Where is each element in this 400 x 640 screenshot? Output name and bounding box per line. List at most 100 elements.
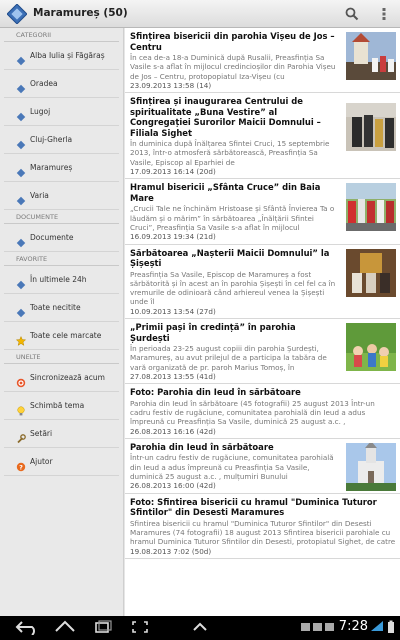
recent-apps-icon[interactable] xyxy=(90,619,116,639)
article-snippet: Într-un cadru festiv de rugăciune, comun… xyxy=(130,453,334,482)
sidebar-item-documente[interactable]: Documente xyxy=(4,224,119,252)
sidebar-item-last-24h[interactable]: În ultimele 24h xyxy=(4,266,119,294)
sidebar-item-label: Oradea xyxy=(30,79,58,88)
sidebar-item-lugoj[interactable]: Lugoj xyxy=(4,98,119,126)
list-item[interactable]: Foto: Sfintirea bisericii cu hramul "Dum… xyxy=(125,494,400,559)
notification-icons xyxy=(300,619,336,639)
sidebar-item-maramures[interactable]: Maramureș xyxy=(4,154,119,182)
sidebar-item-label: Lugoj xyxy=(30,107,51,116)
battery-icon xyxy=(386,619,396,639)
search-icon[interactable] xyxy=(342,4,362,24)
star-icon xyxy=(15,331,27,346)
article-snippet: „Crucii Tale ne închinăm Hristoase și Sf… xyxy=(130,204,335,232)
section-header-favorite: FAVORITE xyxy=(4,252,119,266)
overflow-menu-icon[interactable] xyxy=(374,4,394,24)
article-thumbnail xyxy=(346,183,396,232)
article-thumbnail xyxy=(346,103,396,152)
sidebar-item-label: Toate cele marcate xyxy=(30,331,102,340)
article-date: 26.08.2013 16:16 (42d) xyxy=(130,426,216,436)
pencil-icon xyxy=(16,275,26,289)
sidebar-item-label: Toate necitite xyxy=(30,303,81,312)
sidebar-item-alba-iulia[interactable]: Alba Iulia și Făgăraș xyxy=(4,42,119,70)
article-date: 10.09.2013 13:54 (27d) xyxy=(130,306,216,316)
pencil-icon xyxy=(16,135,26,149)
article-date: 16.09.2013 19:34 (21d) xyxy=(130,232,216,242)
article-date: 27.08.2013 13:55 (41d) xyxy=(130,371,216,381)
list-item[interactable]: Sfințirea bisericii din parohia Vișeu de… xyxy=(125,28,400,94)
article-title: Parohia din Ieud în sărbătoare xyxy=(130,441,274,452)
article-date: 19.08.2013 7:02 (50d) xyxy=(130,546,212,556)
article-title: Foto: Parohia din Ieud în sărbătoare xyxy=(130,387,301,398)
article-thumbnail xyxy=(346,442,396,491)
list-item[interactable]: Hramul bisericii „Sfânta Cruce” din Baia… xyxy=(125,179,400,245)
pencil-icon xyxy=(16,107,26,121)
sidebar-item-label: Schimbă tema xyxy=(30,401,85,410)
section-header-categorii: CATEGORII xyxy=(4,28,119,42)
article-thumbnail xyxy=(346,323,396,372)
sidebar-item-label: Maramureș xyxy=(30,163,73,172)
action-bar: Maramureș (50) xyxy=(0,0,400,28)
sidebar-item-oradea[interactable]: Oradea xyxy=(4,70,119,98)
section-header-unelte: UNELTE xyxy=(4,350,119,364)
sidebar-item-label: Varia xyxy=(30,191,49,200)
pencil-icon xyxy=(16,191,26,205)
article-snippet: În perioada 23-25 august copiii din paro… xyxy=(130,344,327,372)
sidebar-item-label: Cluj-Gherla xyxy=(30,135,73,144)
article-title: Foto: Sfintirea bisericii cu hramul "Dum… xyxy=(130,496,377,518)
system-navigation-bar: 7:28 xyxy=(0,616,400,640)
pencil-icon xyxy=(16,51,26,65)
sidebar-item-label: Ajutor xyxy=(30,457,53,466)
article-date: 26.08.2013 16:00 (42d) xyxy=(130,481,216,491)
article-list: Sfințirea bisericii din parohia Vișeu de… xyxy=(125,28,400,616)
app-title: Maramureș (50) xyxy=(33,7,128,19)
article-thumbnail xyxy=(346,248,396,297)
article-date: 17.09.2013 16:14 (20d) xyxy=(130,167,216,177)
sidebar-item-label: Setări xyxy=(30,429,53,438)
back-icon[interactable] xyxy=(14,619,40,639)
app-logo-icon[interactable] xyxy=(6,3,28,25)
navigation-drawer: CATEGORII Alba Iulia și Făgăraș Oradea L… xyxy=(0,28,124,616)
list-item[interactable]: „Primii pași în credință” în parohia Șur… xyxy=(125,319,400,385)
article-title: Hramul bisericii „Sfânta Cruce” din Baia… xyxy=(130,182,321,203)
screenshot-icon[interactable] xyxy=(130,619,150,639)
sidebar-item-settings[interactable]: Setări xyxy=(4,420,119,448)
article-title: „Primii pași în credință” în parohia Șur… xyxy=(130,322,296,343)
article-title: Sfințirea bisericii din parohia Vișeu de… xyxy=(130,31,335,52)
sidebar-item-cluj-gherla[interactable]: Cluj-Gherla xyxy=(4,126,119,154)
sidebar-item-label: Sincronizează acum xyxy=(30,373,105,382)
article-date: 23.09.2013 13:58 (14) xyxy=(130,80,212,90)
sidebar-item-sync-now[interactable]: Sincronizează acum xyxy=(4,364,119,392)
pencil-icon xyxy=(16,233,26,247)
article-title: Sfințirea și inaugurarea Centrului de sp… xyxy=(130,96,321,138)
sync-icon xyxy=(16,373,26,387)
pencil-icon xyxy=(16,163,26,177)
sidebar-item-varia[interactable]: Varia xyxy=(4,182,119,210)
article-snippet: Parohia din Ieud în sărbătoare (45 fotog… xyxy=(130,398,375,427)
sidebar-item-help[interactable]: ? Ajutor xyxy=(4,448,119,476)
chevron-up-icon[interactable] xyxy=(190,619,210,639)
sidebar-item-all-unread[interactable]: Toate necitite xyxy=(4,294,119,322)
list-item[interactable]: Foto: Parohia din Ieud în sărbătoare Par… xyxy=(125,384,400,439)
list-item[interactable]: Sărbătoarea „Nașterii Maicii Domnului” l… xyxy=(125,245,400,320)
svg-text:?: ? xyxy=(19,463,23,471)
sidebar-item-label: În ultimele 24h xyxy=(30,275,87,284)
article-snippet: Preasfinția Sa Vasile, Episcop de Maramu… xyxy=(130,269,336,307)
help-icon: ? xyxy=(16,457,26,471)
pencil-icon xyxy=(16,303,26,317)
status-clock: 7:28 xyxy=(338,619,368,634)
sidebar-item-change-theme[interactable]: Schimbă tema xyxy=(4,392,119,420)
pencil-icon xyxy=(16,79,26,93)
article-snippet: În cea de-a 18-a Duminică după Rusalii, … xyxy=(130,53,336,81)
home-icon[interactable] xyxy=(52,619,78,639)
article-thumbnail xyxy=(346,32,396,80)
article-snippet: În duminica după Înălțarea Sfintei Cruci… xyxy=(130,139,330,167)
wifi-icon xyxy=(370,619,384,639)
sidebar-item-label: Documente xyxy=(30,233,74,242)
section-header-documente: DOCUMENTE xyxy=(4,210,119,224)
article-title: Sărbătoarea „Nașterii Maicii Domnului” l… xyxy=(130,247,330,269)
sidebar-item-label: Alba Iulia și Făgăraș xyxy=(30,51,105,60)
bulb-icon xyxy=(16,401,26,415)
list-item[interactable]: Parohia din Ieud în sărbătoare Într-un c… xyxy=(125,439,400,494)
list-item[interactable]: Sfințirea și inaugurarea Centrului de sp… xyxy=(125,93,400,180)
sidebar-item-all-starred[interactable]: Toate cele marcate xyxy=(4,322,119,350)
